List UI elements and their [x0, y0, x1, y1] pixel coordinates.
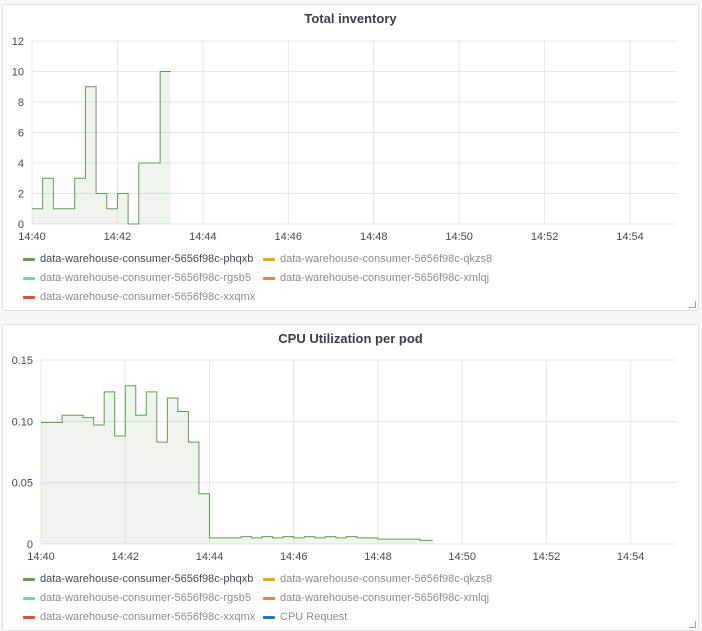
series-area: [32, 71, 171, 224]
x-tick-label: 14:40: [27, 551, 55, 563]
legend-item[interactable]: data-warehouse-consumer-5656f98c-xxqmx: [23, 611, 255, 623]
y-tick-label: 0: [27, 539, 33, 551]
legend-item[interactable]: data-warehouse-consumer-5656f98c-qkzs8: [263, 573, 492, 585]
x-tick-label: 14:46: [280, 551, 308, 563]
total-inventory-panel: Total inventory 0 2 4 6 8 10 12 14:40 14:42 14:44…: [2, 4, 699, 311]
total-inventory-chart: 0 2 4 6 8 10 12 14:40 14:42 14:44 14:46 14:48 14:50 1…: [12, 36, 677, 243]
legend-label: data-warehouse-consumer-5656f98c-xmlqj: [280, 592, 490, 604]
legend-swatch-icon: [263, 276, 275, 280]
x-tick-label: 14:42: [111, 551, 139, 563]
legend-swatch-icon: [23, 295, 35, 299]
legend-label: data-warehouse-consumer-5656f98c-phqxb: [40, 573, 254, 585]
legend-swatch-icon: [263, 257, 275, 261]
legend-swatch-icon: [263, 596, 275, 600]
legend-item[interactable]: data-warehouse-consumer-5656f98c-xmlqj: [263, 592, 489, 604]
y-tick-label: 6: [18, 128, 24, 140]
y-tick-label: 10: [12, 67, 24, 79]
cpu-utilization-panel: CPU Utilization per pod 0 0.05 0.10 0.15 14:…: [2, 324, 699, 631]
legend-item[interactable]: data-warehouse-consumer-5656f98c-rgsb5: [23, 592, 251, 604]
x-tick-label: 14:44: [189, 231, 217, 243]
x-tick-label: 14:42: [104, 231, 132, 243]
legend-item[interactable]: data-warehouse-consumer-5656f98c-xxqmx: [23, 291, 255, 303]
legend-item[interactable]: CPU Request: [263, 611, 347, 623]
legend-item[interactable]: data-warehouse-consumer-5656f98c-xmlqj: [263, 272, 489, 284]
y-tick-label: 12: [12, 36, 24, 48]
series-area: [41, 385, 433, 544]
x-tick-label: 14:48: [364, 551, 392, 563]
legend-label: data-warehouse-consumer-5656f98c-phqxb: [40, 253, 254, 265]
legend-item[interactable]: data-warehouse-consumer-5656f98c-rgsb5: [23, 272, 251, 284]
legend-label: data-warehouse-consumer-5656f98c-qkzs8: [280, 573, 493, 585]
y-tick-label: 8: [18, 97, 24, 109]
x-tick-label: 14:54: [616, 231, 644, 243]
legend-swatch-icon: [263, 577, 275, 581]
legend-swatch-icon: [23, 276, 35, 280]
legend-item[interactable]: data-warehouse-consumer-5656f98c-phqxb: [23, 573, 253, 585]
legend-swatch-icon: [263, 615, 275, 619]
x-tick-label: 14:48: [360, 231, 388, 243]
cpu-utilization-chart: 0 0.05 0.10 0.15 14:40 14:42 14:44 14:46 14:48 14…: [12, 355, 677, 563]
legend-swatch-icon: [23, 257, 35, 261]
x-tick-label: 14:44: [196, 551, 224, 563]
legend-swatch-icon: [23, 596, 35, 600]
legend-label: data-warehouse-consumer-5656f98c-rgsb5: [40, 592, 251, 604]
x-tick-label: 14:52: [531, 231, 559, 243]
legend-label: CPU Request: [280, 611, 348, 623]
legend-item[interactable]: data-warehouse-consumer-5656f98c-qkzs8: [263, 253, 492, 265]
x-tick-label: 14:50: [445, 231, 473, 243]
y-tick-label: 0.10: [12, 416, 33, 428]
legend-swatch-icon: [23, 615, 35, 619]
legend-label: data-warehouse-consumer-5656f98c-rgsb5: [40, 272, 251, 284]
legend-swatch-icon: [23, 577, 35, 581]
x-tick-label: 14:54: [617, 551, 645, 563]
y-tick-label: 0: [18, 219, 24, 231]
x-tick-label: 14:50: [448, 551, 476, 563]
y-tick-label: 2: [18, 189, 24, 201]
legend-label: data-warehouse-consumer-5656f98c-qkzs8: [280, 253, 493, 265]
x-tick-label: 14:52: [533, 551, 561, 563]
resize-handle-icon[interactable]: [689, 621, 696, 628]
legend-label: data-warehouse-consumer-5656f98c-xxqmx: [40, 611, 256, 623]
y-tick-label: 4: [18, 158, 24, 170]
x-tick-label: 14:40: [18, 231, 46, 243]
legend-label: data-warehouse-consumer-5656f98c-xmlqj: [280, 272, 490, 284]
resize-handle-icon[interactable]: [689, 301, 696, 308]
legend-label: data-warehouse-consumer-5656f98c-xxqmx: [40, 291, 256, 303]
legend-item[interactable]: data-warehouse-consumer-5656f98c-phqxb: [23, 253, 253, 265]
y-tick-label: 0.15: [12, 355, 33, 367]
y-tick-label: 0.05: [12, 478, 33, 490]
x-tick-label: 14:46: [275, 231, 303, 243]
